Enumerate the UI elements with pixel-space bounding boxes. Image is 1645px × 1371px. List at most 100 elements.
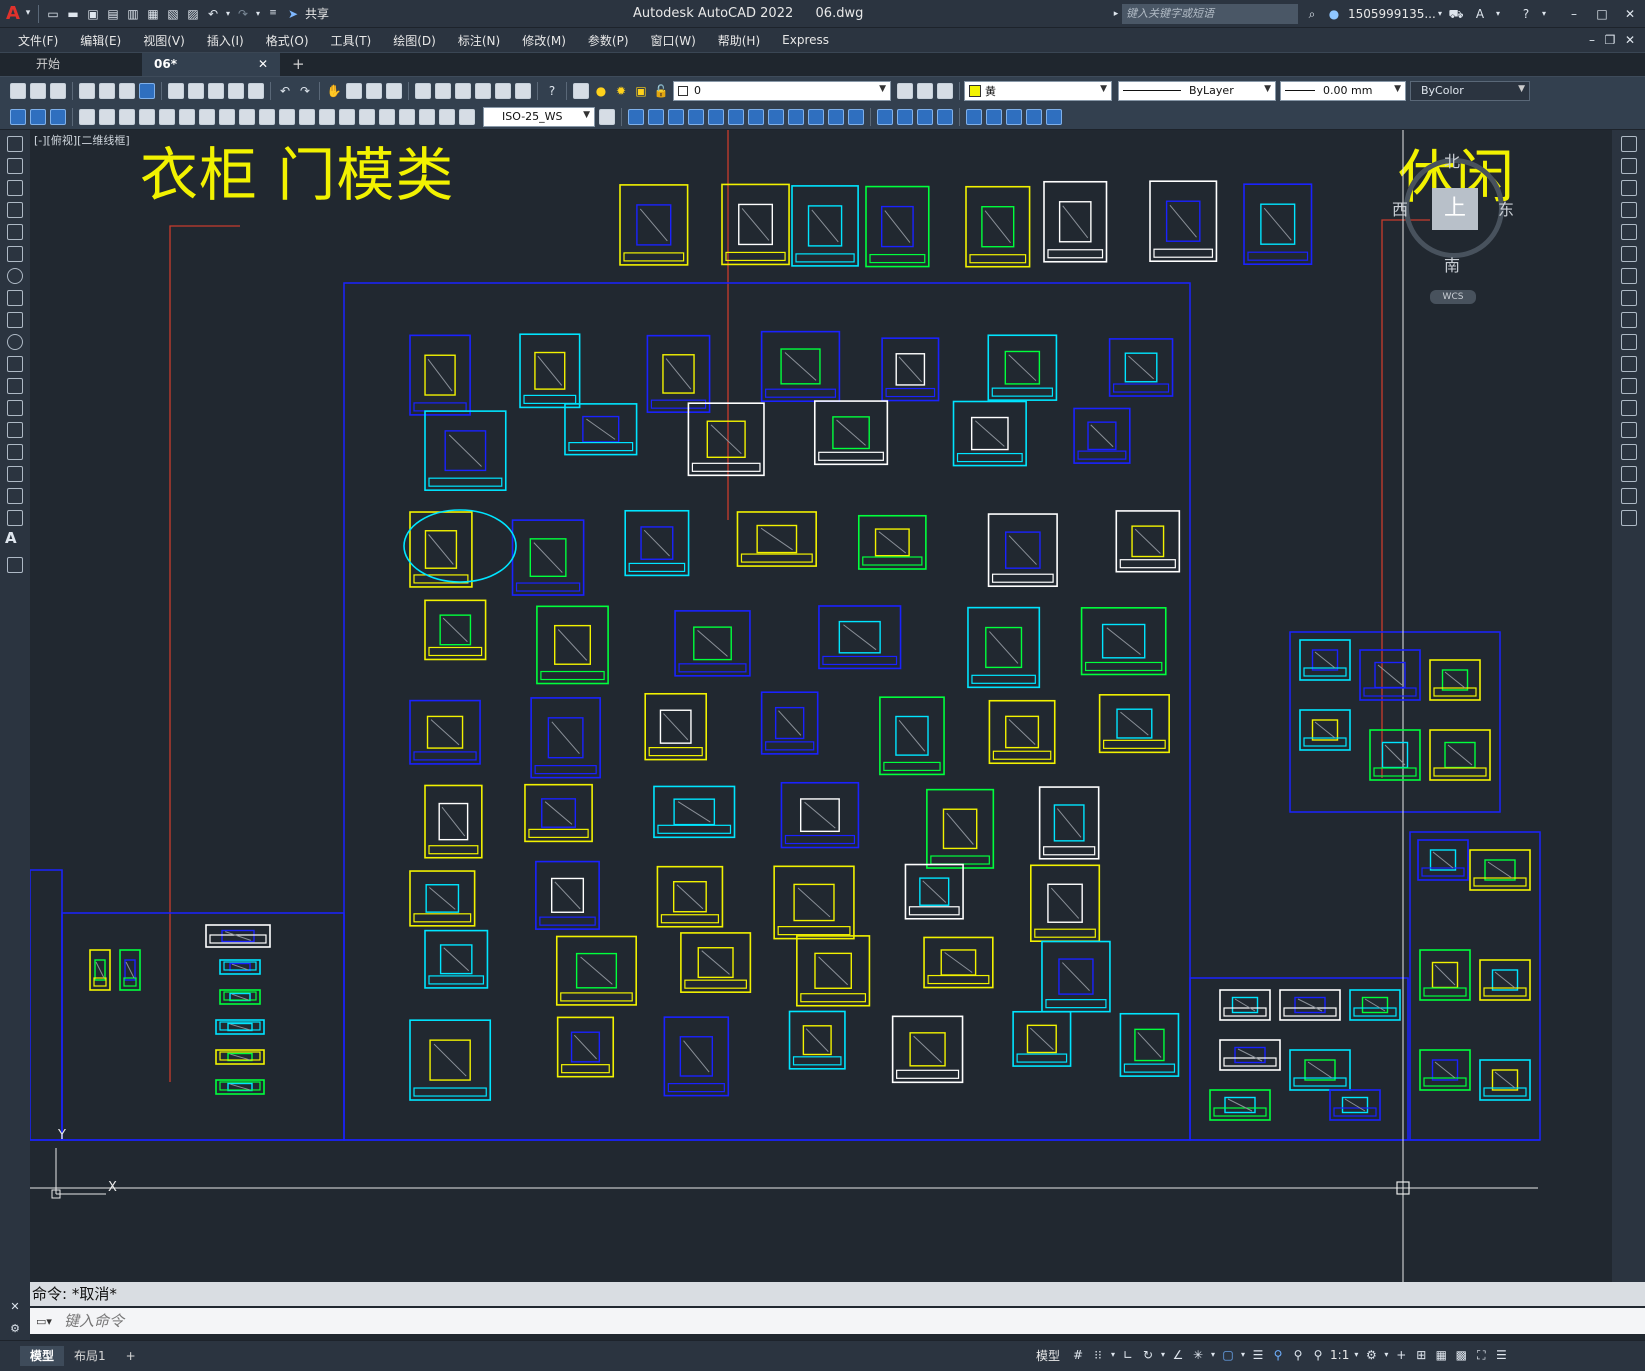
design-center-icon[interactable]: [435, 82, 451, 99]
tab-start[interactable]: 开始: [24, 53, 142, 76]
furniture-block[interactable]: [965, 185, 1031, 268]
furniture-block[interactable]: [1479, 959, 1531, 1001]
table-icon[interactable]: [7, 510, 23, 526]
furniture-block[interactable]: [1329, 1089, 1381, 1121]
search-input[interactable]: 键入关键字或短语: [1122, 4, 1298, 24]
customize-qat-icon[interactable]: ≡: [263, 4, 283, 24]
units-icon[interactable]: ⊞: [1411, 1345, 1431, 1365]
furniture-block[interactable]: [988, 699, 1056, 765]
rotate-tool-icon[interactable]: [1620, 268, 1637, 284]
scale-tool-icon[interactable]: [1620, 290, 1637, 306]
viewcube-west[interactable]: 西: [1392, 196, 1408, 220]
furniture-block[interactable]: [987, 334, 1058, 401]
layer-properties-icon[interactable]: [573, 82, 589, 99]
furniture-block[interactable]: [656, 865, 724, 928]
lineweight-combo[interactable]: 0.00 mm ▼: [1280, 80, 1406, 101]
layout-tab-1[interactable]: 布局1: [64, 1346, 116, 1366]
ellipse-icon[interactable]: [7, 334, 23, 350]
furniture-block[interactable]: [1243, 183, 1313, 265]
fillet-icon[interactable]: [917, 108, 933, 125]
break-tool-icon[interactable]: [1620, 400, 1637, 416]
furniture-block[interactable]: [891, 1015, 964, 1084]
revision-cloud-icon[interactable]: [7, 290, 23, 306]
qnew-icon[interactable]: [10, 82, 26, 99]
furniture-block[interactable]: [881, 337, 940, 402]
command-input[interactable]: 键入命令: [30, 1308, 1645, 1334]
annotation-scale-value[interactable]: 1:1: [1330, 1348, 1349, 1362]
spline-icon[interactable]: [7, 312, 23, 328]
calculator-icon[interactable]: [515, 82, 531, 99]
undo-icon[interactable]: ↶: [203, 4, 223, 24]
furniture-block[interactable]: [1108, 338, 1174, 397]
search-icon[interactable]: ⌕: [1302, 4, 1322, 24]
furniture-block[interactable]: [653, 785, 736, 839]
qselect-icon[interactable]: [10, 108, 26, 125]
furniture-block[interactable]: [409, 870, 476, 927]
publish-icon[interactable]: ▥: [123, 4, 143, 24]
furniture-block[interactable]: [1209, 1089, 1271, 1121]
web-open-icon[interactable]: ▦: [143, 4, 163, 24]
user-name[interactable]: 1505999135...: [1348, 7, 1436, 21]
3d-print-icon[interactable]: [139, 82, 155, 99]
layout-tab-model[interactable]: 模型: [20, 1346, 65, 1366]
furniture-block[interactable]: [215, 1079, 265, 1095]
extend-icon[interactable]: [828, 108, 844, 125]
furniture-block[interactable]: [773, 865, 855, 940]
furniture-block[interactable]: [680, 932, 752, 993]
doc-close-icon[interactable]: ✕: [1620, 30, 1640, 50]
furniture-block[interactable]: [788, 1010, 846, 1070]
layer-combo[interactable]: 0 ▼: [673, 80, 891, 101]
erase-icon[interactable]: [628, 108, 644, 125]
scale-dropdown-icon[interactable]: ▾: [1351, 1345, 1361, 1365]
furniture-block[interactable]: [1429, 729, 1491, 781]
linetype-combo[interactable]: ByLayer ▼: [1118, 80, 1276, 101]
move-tool-icon[interactable]: [1620, 246, 1637, 262]
lineweight-toggle-icon[interactable]: ☰: [1248, 1345, 1268, 1365]
markup-icon[interactable]: [495, 82, 511, 99]
mirror-icon[interactable]: [668, 108, 684, 125]
osnap-dropdown-icon[interactable]: ▾: [1238, 1345, 1248, 1365]
jogged-dim-icon[interactable]: [179, 108, 195, 125]
furniture-block[interactable]: [1479, 1059, 1531, 1101]
layer-state-icon[interactable]: [937, 82, 953, 99]
dim-edit-icon[interactable]: [419, 108, 435, 125]
customize-command-icon[interactable]: ⚙: [5, 1318, 25, 1338]
furniture-block[interactable]: [818, 605, 902, 670]
cut-icon[interactable]: [168, 82, 184, 99]
rotate-icon[interactable]: [748, 108, 764, 125]
mirror-tool-icon[interactable]: [1620, 180, 1637, 196]
quick-dim-icon[interactable]: [239, 108, 255, 125]
open-folder-icon[interactable]: ▬: [63, 4, 83, 24]
save-icon[interactable]: ▣: [83, 4, 103, 24]
viewport-freeze-icon[interactable]: ▣: [631, 81, 651, 101]
furniture-block[interactable]: [674, 610, 751, 677]
furniture-block[interactable]: [796, 935, 871, 1007]
furniture-block[interactable]: [926, 788, 995, 869]
maximize-icon[interactable]: □: [1592, 4, 1612, 24]
dim-break-icon[interactable]: [319, 108, 335, 125]
construction-line-icon[interactable]: [7, 158, 23, 174]
draw-order-icon[interactable]: [966, 108, 982, 125]
undo-tb-icon[interactable]: ↶: [275, 81, 295, 101]
text-front-icon[interactable]: [1026, 108, 1042, 125]
linear-dim-icon[interactable]: [79, 108, 95, 125]
bulb-icon[interactable]: ●: [591, 81, 611, 101]
chamfer-icon[interactable]: [897, 108, 913, 125]
trim-icon[interactable]: [808, 108, 824, 125]
offset-tool-icon[interactable]: [1620, 202, 1637, 218]
tolerance-icon[interactable]: [339, 108, 355, 125]
furniture-block[interactable]: [424, 410, 507, 491]
share-icon[interactable]: ➤: [283, 4, 303, 24]
furniture-block[interactable]: [967, 606, 1041, 689]
circle-icon[interactable]: [7, 268, 23, 284]
minimize-icon[interactable]: –: [1564, 4, 1584, 24]
furniture-block[interactable]: [736, 511, 817, 567]
region-icon[interactable]: [7, 488, 23, 504]
auto-scale-icon[interactable]: ⚲: [1288, 1345, 1308, 1365]
menu-item-10[interactable]: 窗口(W): [640, 32, 707, 49]
furniture-block[interactable]: [409, 334, 471, 416]
chamfer-tool-icon[interactable]: [1620, 444, 1637, 460]
viewcube-east[interactable]: 东: [1498, 196, 1514, 220]
furniture-block[interactable]: [644, 692, 708, 761]
furniture-block[interactable]: [424, 929, 489, 989]
